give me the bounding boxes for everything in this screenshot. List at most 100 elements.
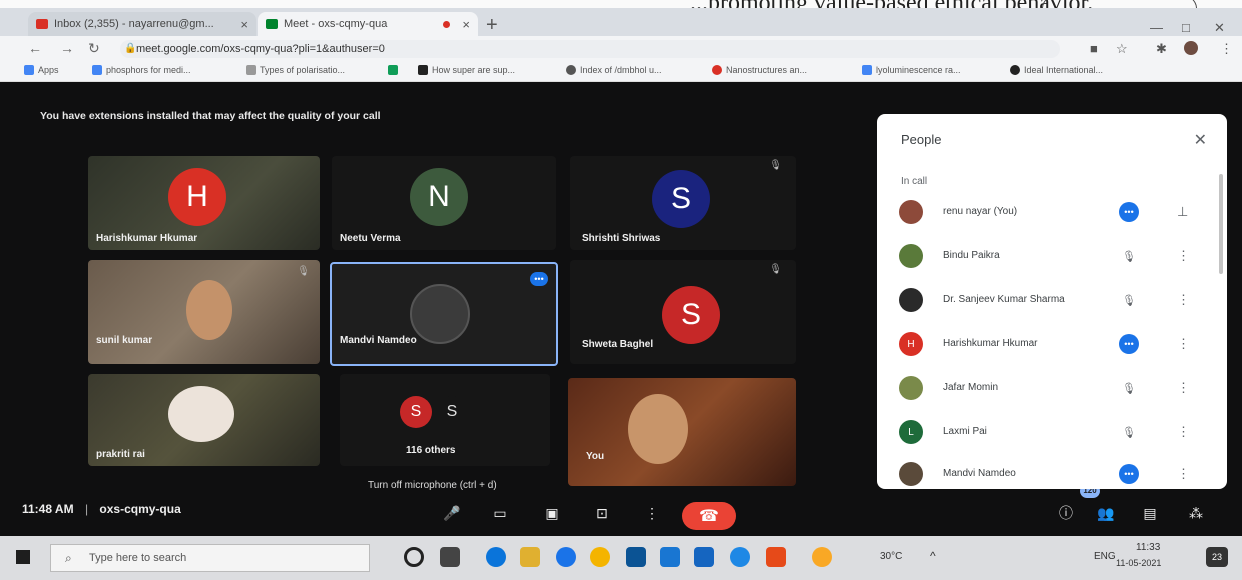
participant-row[interactable]: renu nayar (You) ••• ⊥: [899, 200, 1209, 228]
bookmark-item[interactable]: phosphors for medi...: [92, 65, 191, 75]
cortana-icon[interactable]: [404, 547, 424, 567]
activities-icon[interactable]: ⁂: [1184, 502, 1208, 524]
edge-icon[interactable]: [486, 547, 506, 567]
self-view-tile[interactable]: You: [568, 378, 796, 486]
window-close-icon[interactable]: ✕: [1214, 20, 1225, 36]
clock-date[interactable]: 11-05-2021: [1116, 558, 1161, 568]
tab-gmail[interactable]: Inbox (2,355) - nayarrenu@gm... ×: [28, 12, 256, 36]
participant-tile[interactable]: H Harishkumar Hkumar: [88, 156, 320, 250]
extensions-icon[interactable]: ✱: [1156, 41, 1167, 57]
more-options-icon[interactable]: ⋮: [1177, 248, 1190, 264]
more-options-icon[interactable]: ⋮: [1177, 380, 1190, 396]
participant-tile-active[interactable]: ••• Mandvi Namdeo: [330, 262, 558, 366]
participant-name: Harishkumar Hkumar: [943, 338, 1038, 349]
camera-icon[interactable]: ■: [1090, 41, 1098, 56]
more-options-icon[interactable]: ⋮: [1177, 424, 1190, 440]
bookmark-item[interactable]: lyoluminescence ra...: [862, 65, 961, 75]
back-arrow-icon[interactable]: ←: [28, 40, 42, 56]
profile-avatar[interactable]: [1184, 41, 1198, 55]
search-icon: ⌕: [65, 551, 72, 565]
app-icon[interactable]: [694, 547, 714, 567]
avatar: N: [410, 168, 468, 226]
file-explorer-icon[interactable]: [520, 547, 540, 567]
chat-icon[interactable]: ▤: [1138, 502, 1162, 524]
bookmark-item[interactable]: [388, 65, 402, 75]
camera-toggle-icon[interactable]: ▭: [488, 502, 512, 524]
participant-row[interactable]: Mandvi Namdeo ••• ⋮: [899, 462, 1209, 489]
participant-row[interactable]: Dr. Sanjeev Kumar Sharma 🎙 ⋮: [899, 288, 1209, 316]
participant-name: Mandvi Namdeo: [943, 468, 1016, 479]
info-icon[interactable]: ⓘ: [1054, 502, 1078, 524]
taskbar-search[interactable]: ⌕ Type here to search: [50, 544, 370, 572]
scrollbar[interactable]: [1219, 174, 1223, 274]
muted-mic-icon: 🎙: [1122, 426, 1136, 439]
participant-row[interactable]: Jafar Momin 🎙 ⋮: [899, 376, 1209, 404]
menu-icon[interactable]: ⋮: [1220, 41, 1233, 57]
participant-tile[interactable]: N Neetu Verma: [332, 156, 556, 250]
participant-tile[interactable]: sunil kumar 🎙: [88, 260, 320, 364]
notification-badge[interactable]: 23: [1206, 547, 1228, 567]
avatar: [899, 376, 923, 400]
more-options-icon[interactable]: ⋮: [1177, 292, 1190, 308]
chrome-icon[interactable]: [590, 547, 610, 567]
captions-icon[interactable]: ▣: [540, 502, 564, 524]
microphone-icon[interactable]: 🎤: [440, 502, 464, 524]
more-options-icon[interactable]: ⋮: [1177, 336, 1190, 352]
minimize-icon[interactable]: —: [1150, 20, 1163, 35]
participant-row[interactable]: L Laxmi Pai 🎙 ⋮: [899, 420, 1209, 448]
close-icon[interactable]: ×: [462, 17, 470, 32]
globe-icon: [566, 65, 576, 75]
task-view-icon[interactable]: [440, 547, 460, 567]
mail-icon[interactable]: [660, 547, 680, 567]
bookmark-item[interactable]: Types of polarisatio...: [246, 65, 345, 75]
maximize-icon[interactable]: □: [1182, 20, 1190, 35]
app-icon[interactable]: [626, 547, 646, 567]
forward-arrow-icon[interactable]: →: [60, 40, 74, 56]
participant-tile[interactable]: prakriti rai: [88, 374, 320, 466]
tab-meet[interactable]: Meet - oxs-cqmy-qua ×: [258, 12, 478, 36]
windows-start-icon[interactable]: [16, 550, 30, 564]
chevron-up-icon[interactable]: ^: [930, 549, 936, 563]
participant-name: Neetu Verma: [340, 233, 401, 244]
clock-time[interactable]: 11:33: [1136, 542, 1160, 553]
participant-tile[interactable]: S Shrishti Shriwas 🎙: [570, 156, 796, 250]
pin-icon[interactable]: ⊥: [1177, 204, 1188, 220]
end-call-button[interactable]: ☎: [682, 502, 736, 530]
url-text: meet.google.com/oxs-cqmy-qua?pli=1&authu…: [136, 43, 385, 55]
app-icon[interactable]: [556, 547, 576, 567]
app-icon[interactable]: [730, 547, 750, 567]
participant-name: Dr. Sanjeev Kumar Sharma: [943, 294, 1065, 305]
windows-taskbar: ⌕ Type here to search 30°C ^ ENG 11:33 1…: [0, 536, 1242, 580]
reload-icon[interactable]: ↻: [88, 40, 100, 57]
more-options-icon[interactable]: ⋮: [640, 502, 664, 524]
lock-icon: 🔒: [124, 43, 137, 54]
people-icon[interactable]: 👥: [1094, 502, 1118, 524]
participant-row[interactable]: H Harishkumar Hkumar ••• ⋮: [899, 332, 1209, 360]
google-icon: [92, 65, 102, 75]
bookmark-item[interactable]: Index of /dmbhol u...: [566, 65, 662, 75]
close-icon[interactable]: ✕: [1194, 130, 1207, 150]
bookmark-apps[interactable]: Apps: [24, 65, 59, 75]
language-indicator[interactable]: ENG: [1094, 551, 1116, 562]
close-icon[interactable]: ×: [240, 17, 248, 32]
weather-temperature[interactable]: 30°C: [880, 551, 902, 562]
participant-video: [186, 280, 232, 340]
meet-icon: [266, 19, 278, 29]
bookmark-item[interactable]: How super are sup...: [418, 65, 515, 75]
bookmark-item[interactable]: Nanostructures an...: [712, 65, 807, 75]
participant-name: Shweta Baghel: [582, 339, 654, 350]
others-tile[interactable]: S S 116 others: [340, 374, 550, 466]
participant-row[interactable]: Bindu Paikra 🎙 ⋮: [899, 244, 1209, 272]
chrome-icon[interactable]: [812, 547, 832, 567]
url-field[interactable]: 🔒 meet.google.com/oxs-cqmy-qua?pli=1&aut…: [120, 40, 1060, 58]
extension-warning: You have extensions installed that may a…: [40, 110, 381, 122]
star-icon[interactable]: ☆: [1116, 41, 1128, 57]
participant-video: [628, 394, 688, 464]
more-options-icon[interactable]: ⋮: [1177, 466, 1190, 482]
new-tab-button[interactable]: +: [486, 14, 498, 37]
app-icon[interactable]: [766, 547, 786, 567]
present-screen-icon[interactable]: ⊡: [590, 502, 614, 524]
meeting-time: 11:48 AM | oxs-cqmy-qua: [22, 502, 181, 516]
participant-tile[interactable]: S Shweta Baghel 🎙: [570, 260, 796, 364]
bookmark-item[interactable]: Ideal International...: [1010, 65, 1103, 75]
